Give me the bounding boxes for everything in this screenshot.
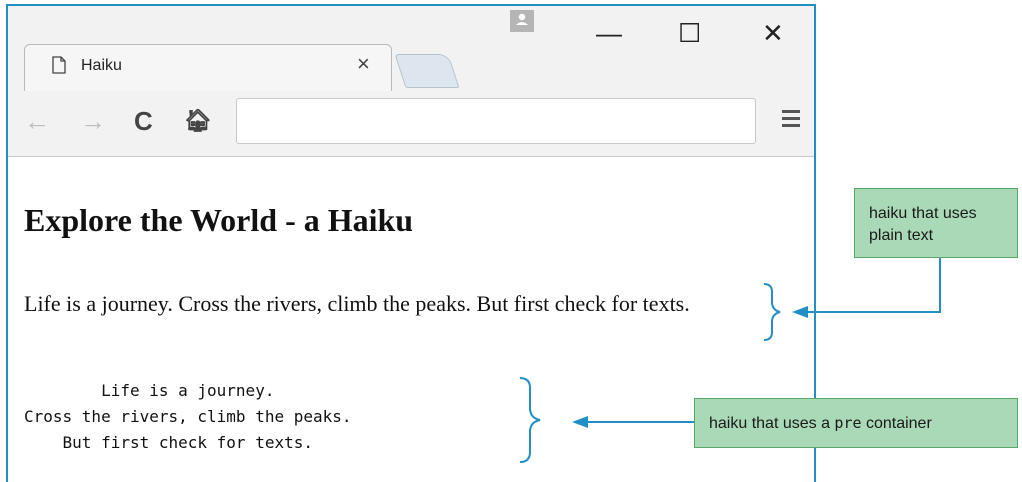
pre-callout-suffix: container [861, 415, 932, 432]
pre-callout-prefix: haiku that uses a [709, 415, 835, 432]
pre-callout: haiku that uses a pre container [694, 398, 1018, 448]
plain-text-callout: haiku that uses plain text [854, 188, 1018, 258]
plain-text-callout-label: haiku that uses plain text [869, 205, 977, 244]
bottom-brace [519, 377, 541, 463]
top-brace [763, 283, 781, 341]
top-arrow-head [792, 306, 808, 318]
bottom-arrow-head [572, 416, 588, 428]
pre-callout-code: pre [834, 414, 862, 432]
top-arrow-line [808, 258, 941, 313]
